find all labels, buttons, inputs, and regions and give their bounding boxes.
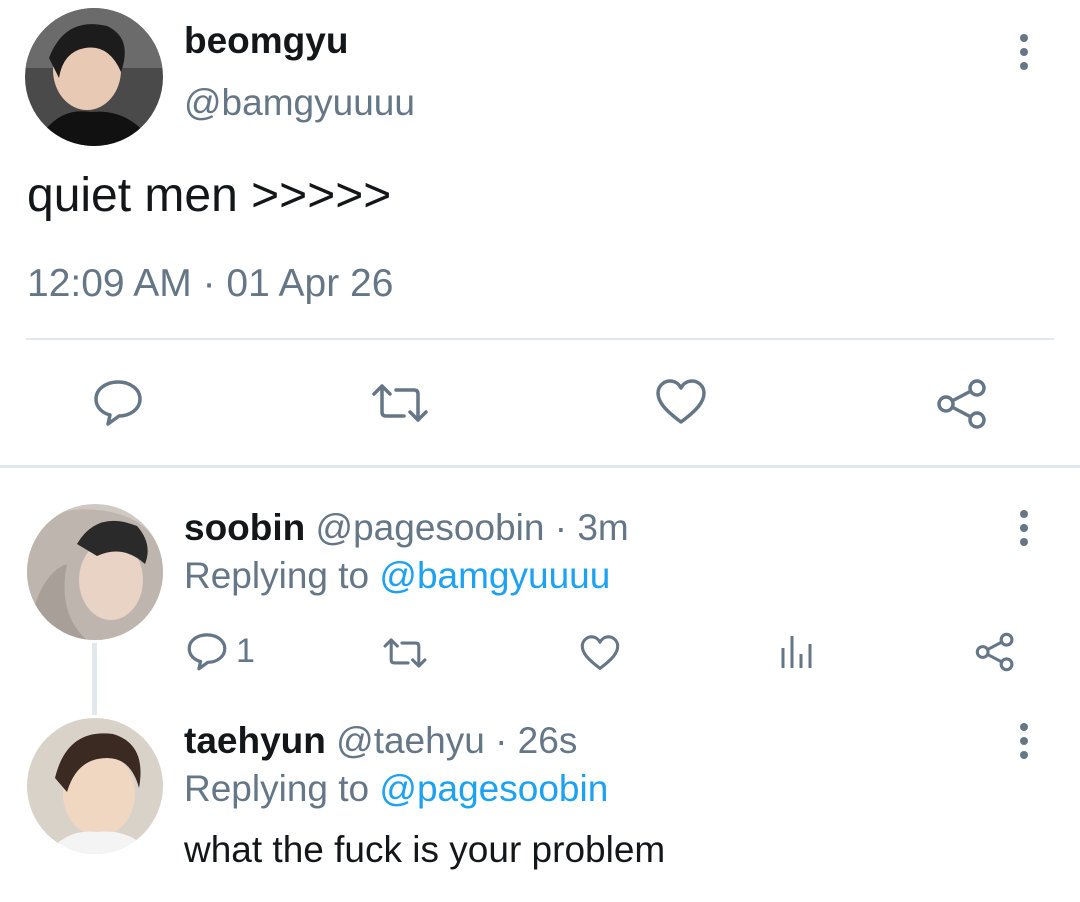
reply2-replying-prefix: Replying to bbox=[184, 768, 370, 809]
reply1-header: soobin @pagesoobin · 3m bbox=[184, 507, 629, 549]
reply1-time[interactable]: · 3m bbox=[555, 507, 629, 548]
reply1-replying-prefix: Replying to bbox=[184, 555, 370, 596]
share-icon bbox=[937, 379, 986, 429]
reply1-replying-handle[interactable]: @bamgyuuuu bbox=[379, 555, 610, 596]
main-divider-bottom bbox=[0, 465, 1080, 468]
heart-icon bbox=[656, 379, 706, 424]
reply1-reply-count: 1 bbox=[236, 631, 255, 670]
main-timestamp[interactable]: 12:09 AM · 01 Apr 26 bbox=[27, 262, 393, 306]
reply2-replying-handle[interactable]: @pagesoobin bbox=[379, 768, 608, 809]
reply2-handle[interactable]: @taehyu bbox=[336, 720, 485, 761]
main-reply-button[interactable] bbox=[92, 376, 144, 428]
reply1-like-button[interactable] bbox=[580, 634, 620, 672]
main-share-button[interactable] bbox=[936, 378, 988, 430]
retweet-icon bbox=[383, 638, 427, 668]
main-tweet-text: quiet men >>>>> bbox=[27, 169, 392, 222]
reply1-more-options-icon[interactable] bbox=[1004, 503, 1044, 553]
reply1-reply-button[interactable]: 1 bbox=[186, 630, 255, 672]
main-more-options-icon[interactable] bbox=[1004, 27, 1044, 77]
reply2-time[interactable]: · 26s bbox=[495, 720, 577, 761]
reply2-text: what the fuck is your problem bbox=[184, 829, 666, 870]
main-retweet-button[interactable] bbox=[370, 382, 430, 424]
main-display-name[interactable]: beomgyu bbox=[184, 20, 348, 62]
share-icon bbox=[975, 632, 1014, 672]
reply1-display-name[interactable]: soobin bbox=[184, 507, 305, 548]
main-like-button[interactable] bbox=[655, 378, 707, 426]
reply1-retweet-button[interactable] bbox=[382, 636, 428, 670]
avatar-soobin[interactable] bbox=[27, 504, 163, 640]
avatar-taehyun[interactable] bbox=[27, 718, 163, 854]
avatar-beomgyu[interactable] bbox=[25, 8, 163, 146]
main-divider-top bbox=[26, 338, 1054, 340]
reply1-replying-to: Replying to @bamgyuuuu bbox=[184, 555, 610, 597]
reply2-replying-to: Replying to @pagesoobin bbox=[184, 768, 608, 810]
reply2-header: taehyun @taehyu · 26s bbox=[184, 720, 577, 762]
reply1-analytics-button[interactable] bbox=[780, 634, 814, 670]
analytics-icon bbox=[781, 636, 812, 668]
speech-bubble-icon bbox=[94, 380, 142, 426]
main-handle[interactable]: @bamgyuuuu bbox=[184, 82, 415, 124]
speech-bubble-icon bbox=[187, 633, 227, 671]
heart-icon bbox=[580, 635, 620, 670]
reply2-display-name[interactable]: taehyun bbox=[184, 720, 326, 761]
reply1-handle[interactable]: @pagesoobin bbox=[316, 507, 545, 548]
retweet-icon bbox=[372, 384, 428, 422]
reply1-share-button[interactable] bbox=[975, 632, 1015, 672]
reply2-more-options-icon[interactable] bbox=[1004, 716, 1044, 766]
thread-line bbox=[92, 643, 97, 715]
